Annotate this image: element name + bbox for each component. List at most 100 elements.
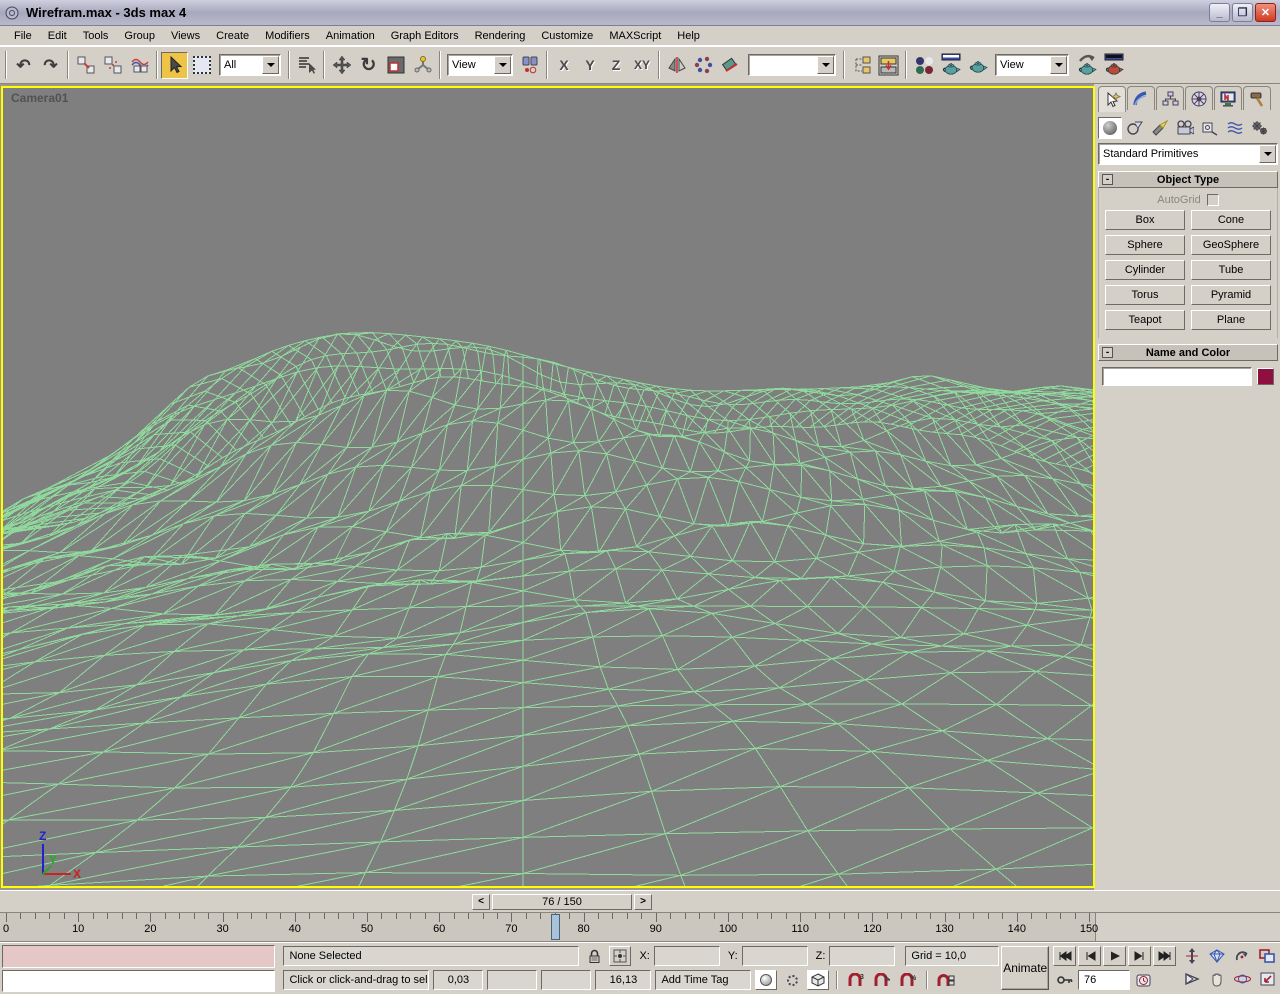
object-color-swatch[interactable] (1257, 368, 1274, 385)
render-viewport-dropdown[interactable]: View (995, 54, 1069, 76)
listener-macro-row[interactable] (2, 945, 276, 968)
align-button[interactable] (717, 51, 744, 79)
listener-script-row[interactable] (2, 969, 276, 992)
menu-edit[interactable]: Edit (40, 27, 75, 45)
tab-modify[interactable] (1127, 86, 1155, 110)
min-max-toggle-button[interactable] (1255, 968, 1279, 990)
menu-group[interactable]: Group (116, 27, 163, 45)
animate-button[interactable]: Animate (1001, 946, 1049, 990)
time-slider-handle[interactable] (550, 914, 560, 940)
select-and-scale-button[interactable] (382, 51, 409, 79)
next-frame-arrow[interactable]: > (634, 893, 652, 910)
category-lights-button[interactable] (1148, 117, 1172, 139)
restrict-xy-button[interactable]: XY (629, 52, 655, 78)
degradation-override-button[interactable] (755, 970, 778, 990)
object-type-geosphere-button[interactable]: GeoSphere (1191, 235, 1271, 255)
previous-frame-button[interactable] (1078, 946, 1101, 966)
object-type-cylinder-button[interactable]: Cylinder (1105, 260, 1185, 280)
z-coordinate-field[interactable] (829, 946, 896, 966)
object-type-plane-button[interactable]: Plane (1191, 310, 1271, 330)
restore-button[interactable]: ❐ (1232, 3, 1253, 22)
select-object-button[interactable] (161, 51, 188, 79)
use-pivot-center-button[interactable] (516, 51, 543, 79)
time-configuration-button[interactable] (1132, 970, 1155, 990)
object-type-teapot-button[interactable]: Teapot (1105, 310, 1185, 330)
time-slider-button[interactable]: 76 / 150 (492, 893, 632, 910)
quick-render-button[interactable] (1073, 51, 1100, 79)
category-systems-button[interactable] (1248, 117, 1272, 139)
add-time-tag-field[interactable]: Add Time Tag (655, 970, 752, 990)
spinner-snap-button[interactable] (935, 970, 957, 990)
roll-camera-button[interactable] (1230, 945, 1254, 967)
menu-animation[interactable]: Animation (318, 27, 383, 45)
crossing-toggle-button[interactable] (807, 970, 830, 990)
previous-frame-arrow[interactable]: < (472, 893, 490, 910)
menu-customize[interactable]: Customize (533, 27, 601, 45)
orbit-camera-button[interactable] (1230, 968, 1254, 990)
restrict-x-button[interactable]: X (551, 52, 577, 78)
lock-selection-button[interactable] (583, 946, 605, 966)
rectangular-selection-button[interactable] (188, 51, 215, 79)
unlink-selection-button[interactable] (99, 51, 126, 79)
object-type-header[interactable]: - Object Type (1098, 171, 1278, 188)
curve-editor-button[interactable] (875, 51, 902, 79)
current-frame-field[interactable] (1078, 970, 1130, 990)
category-spacewarps-button[interactable] (1223, 117, 1247, 139)
selection-filter-toggle-button[interactable] (781, 970, 803, 990)
angle-snap-button[interactable] (871, 970, 893, 990)
select-and-move-button[interactable] (328, 51, 355, 79)
menu-create[interactable]: Create (208, 27, 257, 45)
selection-filter-dropdown[interactable]: All (219, 54, 281, 76)
go-to-end-button[interactable] (1153, 946, 1176, 966)
tab-display[interactable] (1214, 86, 1242, 110)
minimize-button[interactable]: _ (1209, 3, 1230, 22)
primitives-dropdown[interactable]: Standard Primitives (1098, 143, 1278, 165)
select-by-name-button[interactable] (293, 51, 320, 79)
play-animation-button[interactable] (1103, 946, 1126, 966)
menu-tools[interactable]: Tools (75, 27, 117, 45)
select-and-rotate-button[interactable]: ↻ (355, 51, 382, 79)
category-helpers-button[interactable] (1198, 117, 1222, 139)
category-cameras-button[interactable] (1173, 117, 1197, 139)
array-button[interactable] (690, 51, 717, 79)
menu-file[interactable]: File (6, 27, 40, 45)
category-shapes-button[interactable] (1123, 117, 1147, 139)
restrict-z-button[interactable]: Z (603, 52, 629, 78)
object-name-input[interactable] (1102, 367, 1252, 386)
camera-viewport[interactable]: Camera01 Z Y X (1, 86, 1095, 888)
object-type-torus-button[interactable]: Torus (1105, 285, 1185, 305)
snap-toggle-3d-button[interactable]: 3 (845, 970, 867, 990)
category-geometry-button[interactable] (1098, 117, 1122, 139)
tab-utilities[interactable] (1243, 86, 1271, 110)
zoom-extents-all-button[interactable] (1255, 945, 1279, 967)
tab-hierarchy[interactable] (1156, 86, 1184, 110)
menu-rendering[interactable]: Rendering (467, 27, 534, 45)
object-type-box-button[interactable]: Box (1105, 210, 1185, 230)
select-and-manipulate-button[interactable] (409, 51, 436, 79)
dolly-camera-button[interactable] (1180, 945, 1204, 967)
close-button[interactable]: ✕ (1255, 3, 1276, 22)
select-and-link-button[interactable] (72, 51, 99, 79)
y-coordinate-field[interactable] (741, 946, 808, 966)
render-type-button[interactable] (964, 51, 991, 79)
reference-coordinate-dropdown[interactable]: View (447, 54, 513, 76)
tab-motion[interactable] (1185, 86, 1213, 110)
next-frame-button[interactable] (1128, 946, 1151, 966)
track-bar[interactable]: 0 10 20 30 40 50 60 70 80 90 100 110 120 130 140 150 (0, 912, 1280, 942)
object-type-pyramid-button[interactable]: Pyramid (1191, 285, 1271, 305)
truck-camera-button[interactable] (1205, 968, 1229, 990)
object-type-cone-button[interactable]: Cone (1191, 210, 1271, 230)
material-editor-button[interactable] (910, 51, 937, 79)
name-color-header[interactable]: - Name and Color (1098, 344, 1278, 361)
undo-button[interactable]: ↶ (10, 51, 37, 79)
x-coordinate-field[interactable] (653, 946, 720, 966)
object-type-tube-button[interactable]: Tube (1191, 260, 1271, 280)
restrict-y-button[interactable]: Y (577, 52, 603, 78)
menu-maxscript[interactable]: MAXScript (601, 27, 669, 45)
perspective-button[interactable] (1180, 968, 1204, 990)
named-selection-dropdown[interactable] (748, 54, 836, 76)
field-of-view-button[interactable] (1205, 945, 1229, 967)
percent-snap-button[interactable]: % (897, 970, 919, 990)
bind-to-spacewarp-button[interactable] (126, 51, 153, 79)
menu-views[interactable]: Views (163, 27, 208, 45)
